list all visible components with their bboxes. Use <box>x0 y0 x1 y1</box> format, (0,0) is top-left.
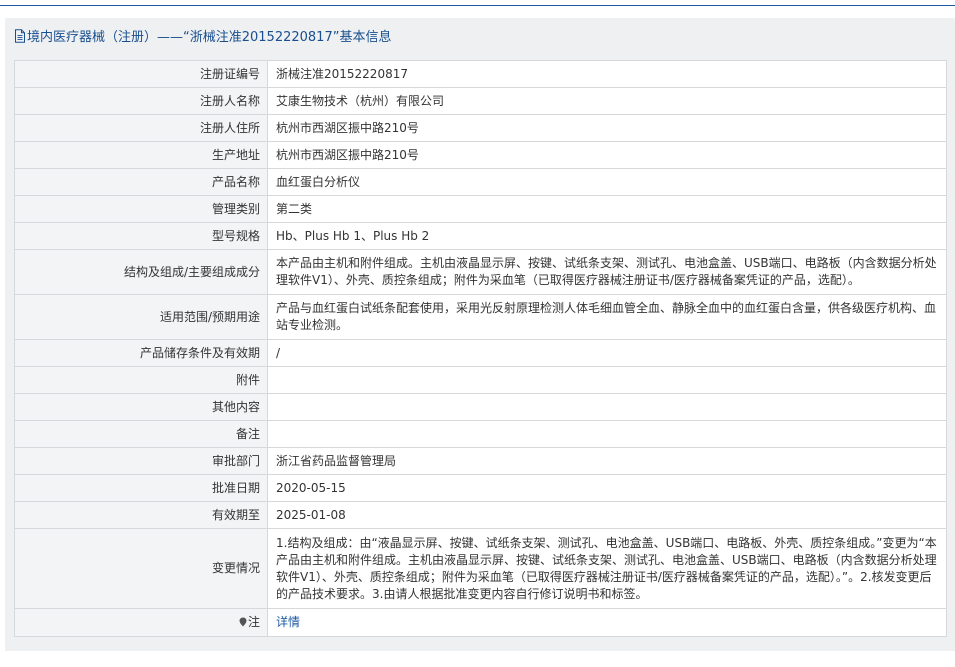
row-value: 浙江省药品监督管理局 <box>267 447 947 475</box>
row-value: 浙械注准20152220817 <box>267 60 947 88</box>
row-value: Hb、Plus Hb 1、Plus Hb 2 <box>267 222 947 250</box>
row-value <box>267 366 947 394</box>
table-row: 结构及组成/主要组成成分 本产品由主机和附件组成。主机由液晶显示屏、按键、试纸条… <box>14 249 947 295</box>
row-value: 杭州市西湖区振中路210号 <box>267 141 947 169</box>
row-label: 批准日期 <box>14 474 268 502</box>
note-value-cell: 详情 <box>267 608 947 637</box>
row-value: 1.结构及组成：由“液晶显示屏、按键、试纸条支架、测试孔、电池盒盖、USB端口、… <box>267 528 947 609</box>
table-row: 适用范围/预期用途 产品与血红蛋白试纸条配套使用，采用光反射原理检测人体毛细血管… <box>14 294 947 340</box>
row-value <box>267 420 947 448</box>
row-label: 产品储存条件及有效期 <box>14 339 268 367</box>
row-value: 血红蛋白分析仪 <box>267 168 947 196</box>
table-row: 产品储存条件及有效期 / <box>14 339 947 367</box>
details-link[interactable]: 详情 <box>276 615 300 629</box>
row-value: 杭州市西湖区振中路210号 <box>267 114 947 142</box>
row-label: 注册证编号 <box>14 60 268 88</box>
table-row: 批准日期 2020-05-15 <box>14 474 947 502</box>
row-label: 管理类别 <box>14 195 268 223</box>
row-value: 2020-05-15 <box>267 474 947 502</box>
pin-icon <box>239 617 247 627</box>
row-value: 产品与血红蛋白试纸条配套使用，采用光反射原理检测人体毛细血管全血、静脉全血中的血… <box>267 294 947 340</box>
table-row: 注册人名称 艾康生物技术（杭州）有限公司 <box>14 87 947 115</box>
note-label: 注 <box>247 615 260 629</box>
row-value: 第二类 <box>267 195 947 223</box>
document-icon <box>15 28 25 43</box>
info-table: 注册证编号 浙械注准20152220817 注册人名称 艾康生物技术（杭州）有限… <box>14 60 947 637</box>
note-row: 注 详情 <box>14 608 947 637</box>
table-row: 其他内容 <box>14 393 947 421</box>
row-label: 型号规格 <box>14 222 268 250</box>
row-value: / <box>267 339 947 367</box>
panel-header: 境内医疗器械（注册）——“浙械注准20152220817”基本信息 <box>5 18 955 53</box>
row-label: 附件 <box>14 366 268 394</box>
info-panel: 境内医疗器械（注册）——“浙械注准20152220817”基本信息 注册证编号 … <box>5 18 955 651</box>
row-label: 变更情况 <box>14 528 268 609</box>
table-row: 注册人住所 杭州市西湖区振中路210号 <box>14 114 947 142</box>
top-divider <box>0 5 955 6</box>
table-row: 附件 <box>14 366 947 394</box>
row-label: 结构及组成/主要组成成分 <box>14 249 268 295</box>
row-value: 本产品由主机和附件组成。主机由液晶显示屏、按键、试纸条支架、测试孔、电池盒盖、U… <box>267 249 947 295</box>
table-row: 注册证编号 浙械注准20152220817 <box>14 60 947 88</box>
table-row: 审批部门 浙江省药品监督管理局 <box>14 447 947 475</box>
table-row: 有效期至 2025-01-08 <box>14 501 947 529</box>
table-row: 管理类别 第二类 <box>14 195 947 223</box>
row-label: 生产地址 <box>14 141 268 169</box>
note-label-cell: 注 <box>14 608 268 637</box>
row-label: 注册人名称 <box>14 87 268 115</box>
row-label: 产品名称 <box>14 168 268 196</box>
table-row: 变更情况 1.结构及组成：由“液晶显示屏、按键、试纸条支架、测试孔、电池盒盖、U… <box>14 528 947 609</box>
row-value: 艾康生物技术（杭州）有限公司 <box>267 87 947 115</box>
row-label: 其他内容 <box>14 393 268 421</box>
table-row: 产品名称 血红蛋白分析仪 <box>14 168 947 196</box>
page-title: 境内医疗器械（注册）——“浙械注准20152220817”基本信息 <box>27 30 392 45</box>
row-value <box>267 393 947 421</box>
row-label: 审批部门 <box>14 447 268 475</box>
table-row: 备注 <box>14 420 947 448</box>
row-value: 2025-01-08 <box>267 501 947 529</box>
row-label: 注册人住所 <box>14 114 268 142</box>
table-row: 型号规格 Hb、Plus Hb 1、Plus Hb 2 <box>14 222 947 250</box>
row-label: 适用范围/预期用途 <box>14 294 268 340</box>
row-label: 备注 <box>14 420 268 448</box>
table-row: 生产地址 杭州市西湖区振中路210号 <box>14 141 947 169</box>
row-label: 有效期至 <box>14 501 268 529</box>
